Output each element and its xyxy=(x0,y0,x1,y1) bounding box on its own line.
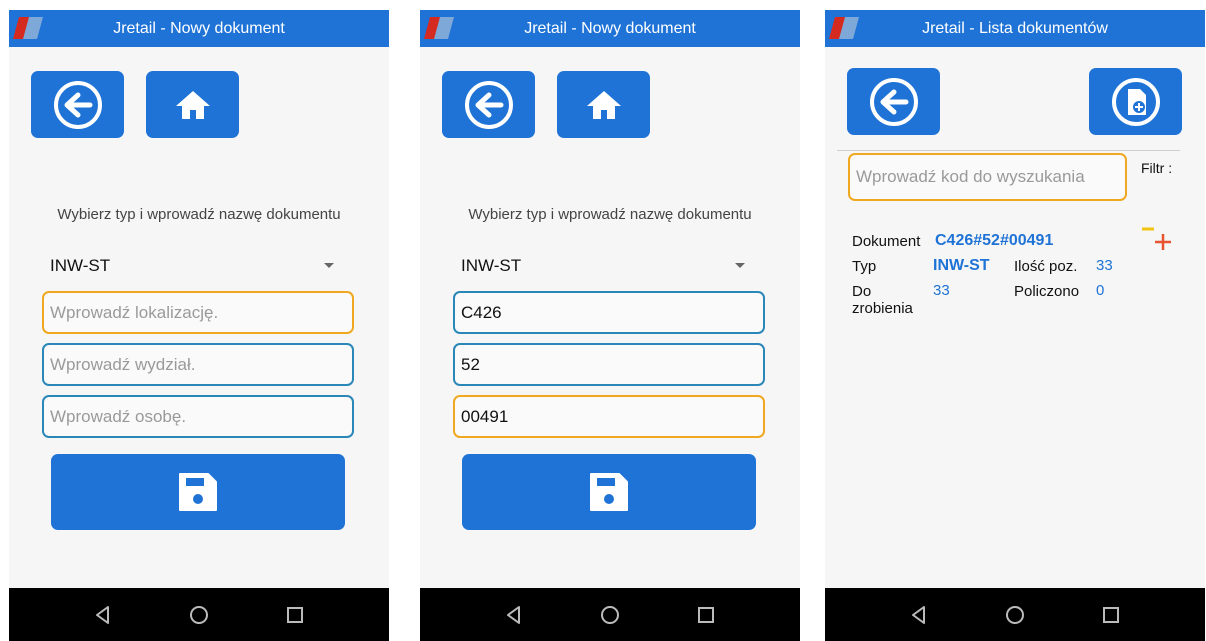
department-input[interactable] xyxy=(50,345,346,384)
search-input[interactable] xyxy=(856,155,1119,199)
todo-label-line1: Do xyxy=(852,283,872,300)
department-field[interactable] xyxy=(453,343,765,386)
document-type-value: INW-ST xyxy=(50,256,111,275)
location-input[interactable] xyxy=(50,293,346,332)
person-input[interactable] xyxy=(50,397,346,436)
screen-document-list: Jretail - Lista dokumentów Filtr : Dokum… xyxy=(825,10,1205,641)
filter-label: Filtr : xyxy=(1141,160,1173,176)
search-field[interactable] xyxy=(848,153,1127,201)
screen-new-document-empty: Jretail - Nowy dokument Wybierz typ i wp… xyxy=(9,10,389,641)
location-input[interactable] xyxy=(461,293,757,332)
home-button[interactable] xyxy=(146,71,239,138)
back-triangle-icon[interactable] xyxy=(503,604,525,626)
arrow-left-circle-icon xyxy=(869,77,918,126)
arrow-left-circle-icon xyxy=(464,80,513,129)
todo-label-line2: zrobienia xyxy=(852,300,913,317)
home-icon xyxy=(175,90,210,119)
back-button[interactable] xyxy=(31,71,124,138)
recents-square-icon[interactable] xyxy=(695,604,717,626)
system-nav-bar xyxy=(825,588,1205,641)
instruction-text: Wybierz typ i wprowadź nazwę dokumentu xyxy=(468,206,752,223)
app-title: Jretail - Nowy dokument xyxy=(524,20,696,37)
screen-new-document-filled: Jretail - Nowy dokument Wybierz typ i wp… xyxy=(420,10,800,641)
home-icon xyxy=(586,90,621,119)
app-bar: Jretail - Nowy dokument xyxy=(420,10,800,47)
arrow-left-circle-icon xyxy=(53,80,102,129)
department-input[interactable] xyxy=(461,345,757,384)
app-bar: Jretail - Lista dokumentów xyxy=(825,10,1205,47)
items-count-label: Ilość poz. xyxy=(1014,258,1078,275)
dropdown-caret-icon xyxy=(324,263,334,268)
home-button[interactable] xyxy=(557,71,650,138)
file-plus-icon xyxy=(1111,77,1160,126)
save-button[interactable] xyxy=(462,454,756,530)
system-nav-bar xyxy=(420,588,800,641)
person-field[interactable] xyxy=(42,395,354,438)
minus-plus-icon[interactable] xyxy=(1140,224,1176,254)
counted-label: Policzono xyxy=(1014,283,1080,300)
document-type-select[interactable]: INW-ST xyxy=(461,250,745,280)
document-label: Dokument xyxy=(852,233,921,250)
person-field[interactable] xyxy=(453,395,765,438)
back-button[interactable] xyxy=(442,71,535,138)
dropdown-caret-icon xyxy=(735,263,745,268)
back-triangle-icon[interactable] xyxy=(92,604,114,626)
type-value: INW-ST xyxy=(933,257,990,274)
app-bar: Jretail - Nowy dokument xyxy=(9,10,389,47)
instruction-text: Wybierz typ i wprowadź nazwę dokumentu xyxy=(57,206,341,223)
save-button[interactable] xyxy=(51,454,345,530)
document-type-value: INW-ST xyxy=(461,256,522,275)
document-type-select[interactable]: INW-ST xyxy=(50,250,334,280)
person-input[interactable] xyxy=(461,397,757,436)
home-circle-icon[interactable] xyxy=(188,604,210,626)
location-field[interactable] xyxy=(42,291,354,334)
app-title: Jretail - Nowy dokument xyxy=(113,20,285,37)
system-nav-bar xyxy=(9,588,389,641)
header-divider xyxy=(837,150,1180,151)
document-code: C426#52#00491 xyxy=(935,232,1054,249)
recents-square-icon[interactable] xyxy=(284,604,306,626)
document-list-item[interactable]: Dokument C426#52#00491 Typ INW-ST Ilość … xyxy=(825,224,1205,344)
location-field[interactable] xyxy=(453,291,765,334)
home-circle-icon[interactable] xyxy=(599,604,621,626)
items-count-value: 33 xyxy=(1096,257,1113,274)
new-document-button[interactable] xyxy=(1089,68,1182,135)
type-label: Typ xyxy=(852,258,877,275)
recents-square-icon[interactable] xyxy=(1100,604,1122,626)
back-triangle-icon[interactable] xyxy=(908,604,930,626)
counted-value: 0 xyxy=(1096,282,1105,299)
back-button[interactable] xyxy=(847,68,940,135)
todo-value: 33 xyxy=(933,282,950,299)
app-title: Jretail - Lista dokumentów xyxy=(922,20,1108,37)
floppy-disk-icon xyxy=(179,473,217,511)
department-field[interactable] xyxy=(42,343,354,386)
floppy-disk-icon xyxy=(590,473,628,511)
home-circle-icon[interactable] xyxy=(1004,604,1026,626)
